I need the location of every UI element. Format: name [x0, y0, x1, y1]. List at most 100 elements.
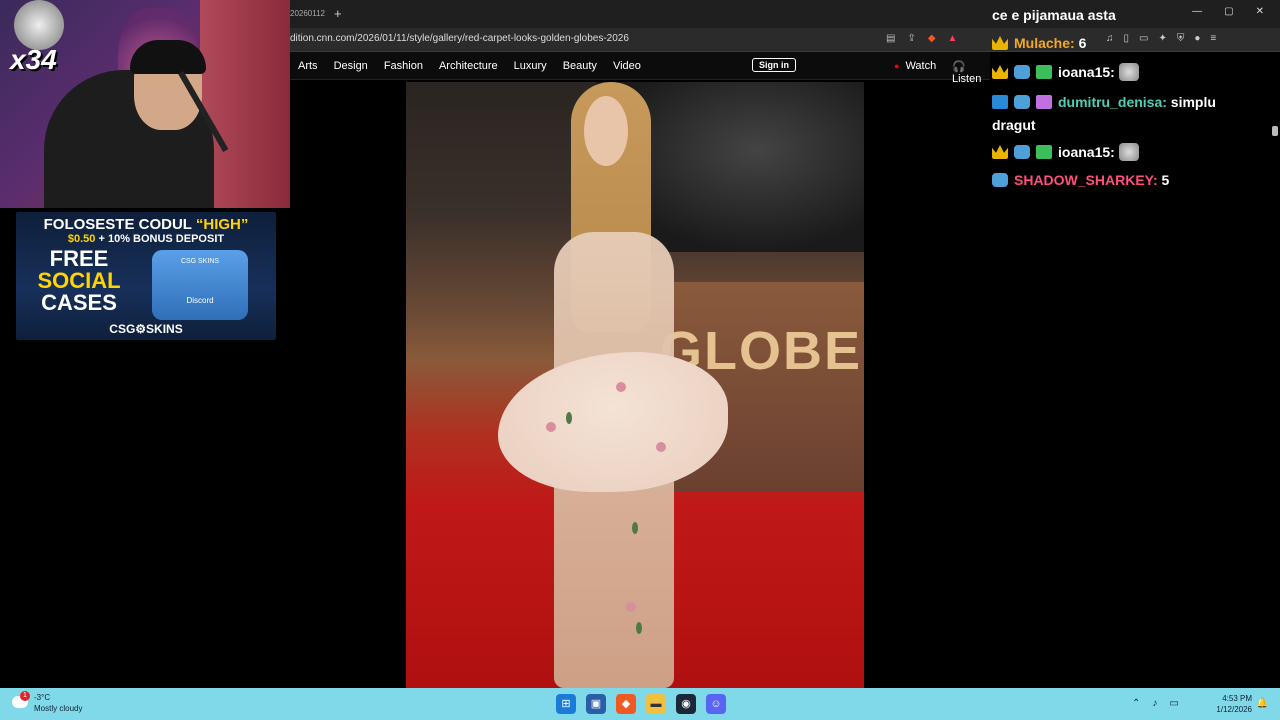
ad-headline-prefix: FOLOSESTE CODUL — [43, 216, 196, 233]
file-explorer-icon[interactable]: ▬ — [646, 694, 666, 714]
nav-link-arts[interactable]: Arts — [298, 60, 318, 72]
sign-in-button[interactable]: Sign in — [752, 58, 796, 72]
stream-chat: ce e pijamaua asta Mulache: 6 ioana15: d… — [990, 0, 1270, 220]
crown-badge-icon — [992, 36, 1008, 50]
moderator-badge-icon — [992, 95, 1008, 109]
discord-icon[interactable]: ☺ — [706, 694, 726, 714]
brave-browser-icon[interactable]: ◆ — [616, 694, 636, 714]
nav-link-fashion[interactable]: Fashion — [384, 60, 423, 72]
robot-badge-icon — [1014, 65, 1030, 79]
task-view-icon[interactable]: ▣ — [586, 694, 606, 714]
cat-emote-icon — [1118, 63, 1139, 81]
ad-free-cases: FREE SOCIAL CASES — [24, 248, 134, 314]
new-tab-button[interactable]: + — [334, 4, 342, 24]
chat-message: Mulache: 6 — [992, 29, 1086, 57]
chat-username[interactable]: Mulache: — [1014, 35, 1075, 51]
leaf-detail — [632, 522, 638, 534]
crown-badge-icon — [992, 145, 1008, 159]
taskbar-apps: ⊞ ▣ ◆ ▬ ◉ ☺ — [556, 694, 726, 714]
chat-message-continuation: dragut — [992, 111, 1036, 139]
brave-rewards-icon[interactable]: ▲ — [948, 33, 958, 44]
chat-text: dragut — [992, 117, 1036, 133]
chat-message: ioana15: — [992, 138, 1139, 166]
system-tray: ⌃ ♪ ▭ — [1132, 698, 1179, 709]
steam-icon[interactable]: ◉ — [676, 694, 696, 714]
chat-text: 6 — [1078, 35, 1087, 51]
speaker-icon[interactable]: ♪ — [1152, 698, 1157, 709]
embroidered-wrap — [498, 352, 728, 492]
flower-detail — [626, 602, 636, 612]
ad-bonus-text: + 10% BONUS DEPOSIT — [95, 233, 225, 245]
case-discord-label: Discord — [186, 296, 214, 305]
multiplier-badge: x34 — [10, 44, 57, 75]
nav-link-video[interactable]: Video — [613, 60, 641, 72]
watch-link[interactable]: ● Watch — [894, 60, 936, 72]
notification-bell-icon[interactable]: 🔔 — [1256, 698, 1268, 709]
chat-username[interactable]: SHADOW_SHARKEY: — [1014, 172, 1158, 188]
windows-start-icon[interactable]: ⊞ — [556, 694, 576, 714]
face — [584, 96, 628, 166]
chat-text: ce e pijamaua asta — [992, 7, 1116, 23]
weather-widget[interactable]: -3°C Mostly cloudy — [34, 692, 82, 714]
browser-tab[interactable]: 20260112 — [284, 4, 331, 24]
ad-headline: FOLOSESTE CODUL “HIGH” — [16, 216, 276, 233]
leaf-detail — [566, 412, 572, 424]
robot-badge-icon — [1014, 95, 1030, 109]
flower-detail — [656, 442, 666, 452]
weather-temp: -3°C — [34, 693, 51, 702]
nav-link-luxury[interactable]: Luxury — [514, 60, 547, 72]
chat-message: SHADOW_SHARKEY: 5 — [992, 166, 1169, 194]
screen: 20260112 + — ▢ ✕ dition.cnn.com/2026/01/… — [0, 0, 1280, 720]
leaf-detail — [636, 622, 642, 634]
streamer-webcam: x34 — [0, 0, 290, 208]
page-scrollbar[interactable] — [1272, 60, 1278, 660]
watch-label: Watch — [905, 60, 937, 72]
ad-promo-code: “HIGH” — [195, 216, 249, 233]
ad-cases-word: CASES — [41, 290, 117, 315]
ad-bonus-line: $0.50 + 10% BONUS DEPOSIT — [16, 233, 276, 245]
network-icon[interactable]: ▭ — [1169, 698, 1178, 709]
weather-desc: Mostly cloudy — [34, 704, 83, 713]
headphones-icon: 🎧 — [952, 61, 966, 73]
ad-free-word: FREE — [49, 246, 109, 271]
sponsor-banner: FOLOSESTE CODUL “HIGH” $0.50 + 10% BONUS… — [16, 212, 276, 340]
chat-text: 5 — [1161, 172, 1170, 188]
chat-username[interactable]: ioana15: — [1058, 64, 1115, 80]
nav-link-design[interactable]: Design — [334, 60, 368, 72]
case-illustration: CSG SKINS Discord — [152, 250, 248, 320]
chat-username[interactable]: ioana15: — [1058, 144, 1115, 160]
notification-badge: 1 — [20, 691, 30, 701]
nav-links: Arts Design Fashion Architecture Luxury … — [298, 60, 641, 72]
chat-message: ce e pijamaua asta — [992, 1, 1116, 29]
gallery-photo[interactable]: GLOBE — [406, 82, 864, 688]
site-navigation: Arts Design Fashion Architecture Luxury … — [290, 52, 990, 85]
cat-avatar-icon — [14, 0, 64, 50]
gift-badge-icon — [1036, 145, 1052, 159]
flower-detail — [616, 382, 626, 392]
url-field[interactable]: dition.cnn.com/2026/01/11/style/gallery/… — [290, 33, 629, 44]
cat-emote-icon — [1118, 143, 1139, 161]
tray-chevron-up-icon[interactable]: ⌃ — [1132, 698, 1140, 709]
nav-link-architecture[interactable]: Architecture — [439, 60, 498, 72]
clock-time: 4:53 PM — [1222, 694, 1252, 703]
ad-brand: CSG⚙SKINS — [109, 322, 183, 336]
gift-badge-icon — [1036, 65, 1052, 79]
flower-detail — [546, 422, 556, 432]
scrollbar-thumb[interactable] — [1272, 126, 1278, 136]
nav-link-beauty[interactable]: Beauty — [563, 60, 597, 72]
reader-mode-icon[interactable]: ▤ — [886, 33, 895, 44]
address-bar-icons: ▤ ⇪ ◆ ▲ — [886, 33, 957, 44]
robot-badge-icon — [992, 173, 1008, 187]
listen-label: Listen — [952, 73, 982, 85]
share-icon[interactable]: ⇪ — [907, 33, 915, 44]
brave-shields-icon[interactable]: ◆ — [928, 33, 936, 44]
gift-badge-icon — [1036, 95, 1052, 109]
chat-username[interactable]: dumitru_denisa: — [1058, 94, 1167, 110]
taskbar: 1 -3°C Mostly cloudy ⊞ ▣ ◆ ▬ ◉ ☺ ⌃ ♪ ▭ 4… — [0, 688, 1280, 720]
clock-date: 1/12/2026 — [1216, 705, 1252, 714]
listen-link[interactable]: 🎧 Listen — [952, 60, 990, 85]
chat-message: ioana15: — [992, 58, 1139, 86]
system-clock[interactable]: 4:53 PM 1/12/2026 — [1208, 693, 1252, 715]
crown-badge-icon — [992, 65, 1008, 79]
case-label: CSG SKINS — [180, 258, 220, 265]
